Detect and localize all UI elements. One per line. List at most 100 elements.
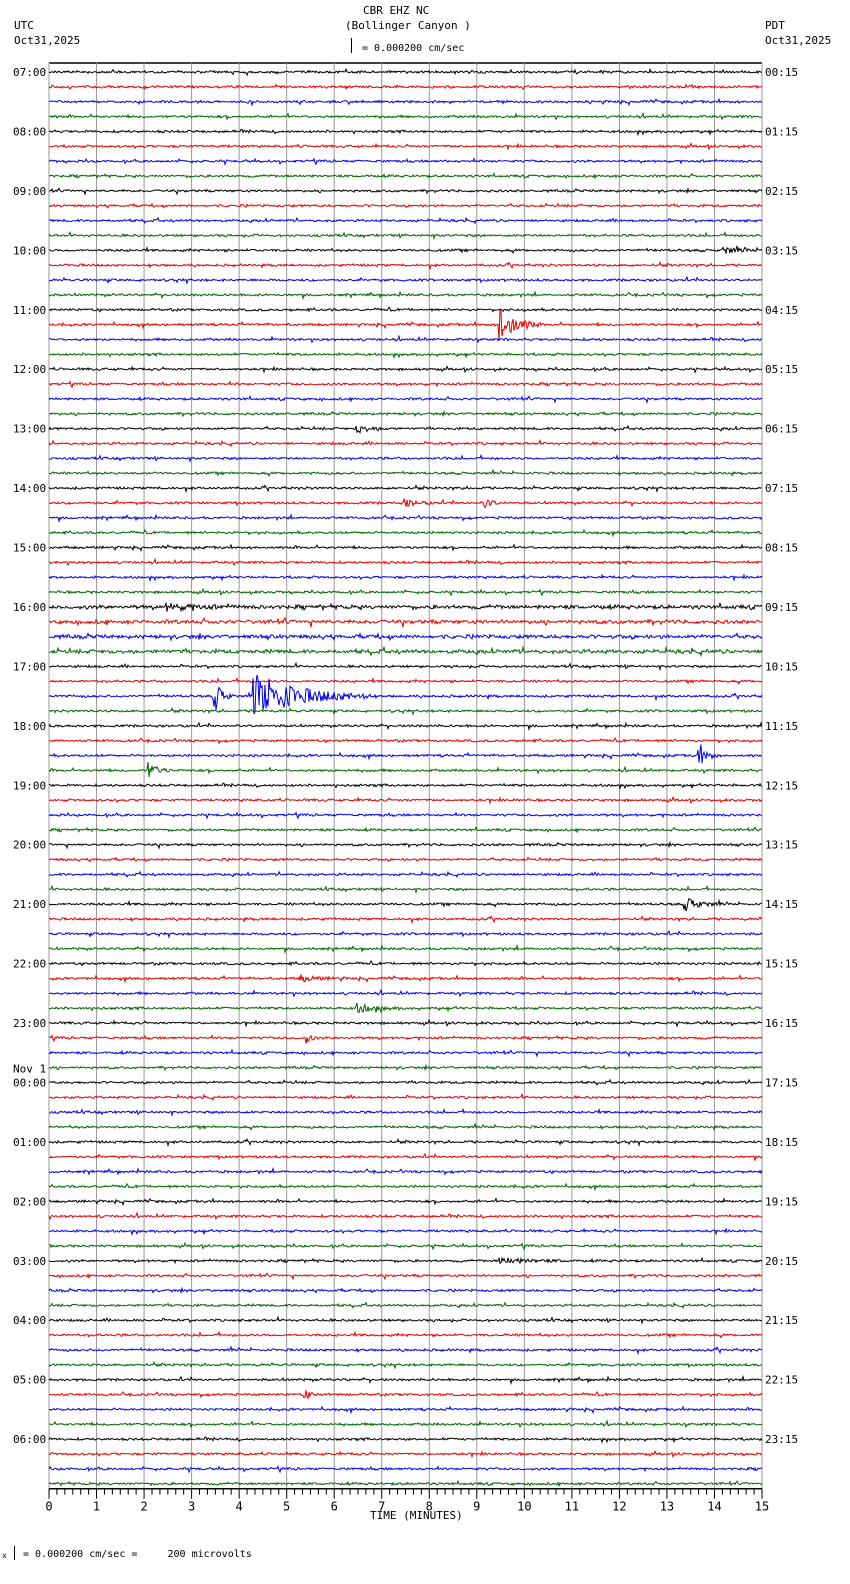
seismic-trace <box>48 438 763 448</box>
pdt-hour-label: 06:15 <box>765 423 798 436</box>
pdt-hour-label: 19:15 <box>765 1195 798 1208</box>
pdt-hour-label: 10:15 <box>765 660 798 673</box>
seismic-trace <box>49 782 763 791</box>
seismic-trace <box>48 1301 763 1310</box>
utc-hour-label: 03:00 <box>13 1255 46 1268</box>
utc-hour-label: 13:00 <box>13 423 46 436</box>
pdt-hour-label: 02:15 <box>765 185 798 198</box>
seismic-trace <box>48 142 763 151</box>
utc-hour-label: 10:00 <box>13 244 46 257</box>
seismic-trace <box>48 1152 763 1163</box>
seismic-trace <box>48 573 763 583</box>
pdt-hour-label: 20:15 <box>765 1255 798 1268</box>
utc-hour-label: 06:00 <box>13 1433 46 1446</box>
seismic-trace <box>48 1227 763 1236</box>
seismic-trace <box>48 1092 763 1102</box>
seismic-trace <box>48 1197 762 1206</box>
seismic-trace <box>48 762 762 778</box>
utc-hour-label: 07:00 <box>13 66 46 79</box>
x-tick-label: 5 <box>283 1500 290 1514</box>
seismic-trace <box>48 380 763 389</box>
seismic-trace <box>48 1256 763 1265</box>
pdt-hour-label: 09:15 <box>765 601 798 614</box>
seismic-trace <box>48 275 763 286</box>
seismic-trace <box>48 1018 763 1028</box>
seismic-trace <box>48 543 763 553</box>
seismic-trace <box>48 676 763 686</box>
utc-hour-label: 05:00 <box>13 1374 46 1387</box>
seismic-trace <box>48 1166 763 1176</box>
seismic-trace <box>48 632 763 642</box>
x-tick-label: 1 <box>93 1500 100 1514</box>
seismic-trace <box>49 645 763 658</box>
helicorder-plot: 0 1 2 3 4 5 6 7 8 9 10 11 12 13 14 1507:00 00:1508:00 01:… <box>13 62 798 1514</box>
pdt-hour-label: 17:15 <box>765 1076 798 1089</box>
utc-hour-label: 18:00 <box>13 720 46 733</box>
seismic-trace <box>48 351 763 360</box>
seismic-trace <box>48 1436 763 1444</box>
seismic-trace <box>48 306 763 313</box>
seismic-trace <box>48 394 763 404</box>
utc-hour-label: 11:00 <box>13 304 46 317</box>
x-tick-label: 3 <box>188 1500 195 1514</box>
utc-hour-label: 04:00 <box>13 1314 46 1327</box>
seismic-trace <box>48 424 763 434</box>
seismic-trace <box>48 1360 763 1370</box>
seismic-trace <box>48 187 763 196</box>
seismic-trace <box>48 706 763 716</box>
seismic-trace <box>48 1122 763 1131</box>
pdt-hour-label: 16:15 <box>765 1017 798 1030</box>
pdt-hour-label: 07:15 <box>765 482 798 495</box>
pdt-hour-label: 21:15 <box>765 1314 798 1327</box>
pdt-hour-label: 12:15 <box>765 779 798 792</box>
seismic-trace <box>48 959 763 967</box>
utc-hour-label: 15:00 <box>13 542 46 555</box>
seismic-trace <box>48 587 763 597</box>
seismic-trace <box>48 1078 763 1086</box>
utc-hour-label: 17:00 <box>13 660 46 673</box>
footer-scale-text: = 0.000200 cm/sec = 200 microvolts <box>23 1549 252 1560</box>
footer-scale-prefix: x <box>2 1551 7 1560</box>
pdt-hour-label: 15:15 <box>765 958 798 971</box>
seismic-trace <box>48 245 763 254</box>
seismic-trace <box>48 261 762 271</box>
x-axis-label: TIME (MINUTES) <box>370 1509 463 1522</box>
seismic-trace <box>48 1002 763 1014</box>
seismic-trace <box>48 1286 763 1295</box>
seismic-trace <box>48 157 763 166</box>
seismic-trace <box>49 202 763 209</box>
seismic-trace <box>48 897 763 912</box>
seismic-trace <box>48 1063 763 1072</box>
x-tick-label: 13 <box>660 1500 674 1514</box>
seismic-trace <box>48 884 763 895</box>
pdt-hour-label: 04:15 <box>765 304 798 317</box>
seismic-trace <box>48 602 763 613</box>
x-tick-label: 14 <box>707 1500 721 1514</box>
footer-scale-bar-icon <box>14 1546 16 1560</box>
utc-hour-label: 01:00 <box>13 1136 46 1149</box>
pdt-hour-label: 05:15 <box>765 363 798 376</box>
utc-hour-label: 02:00 <box>13 1195 46 1208</box>
utc-hour-label: 23:00 <box>13 1017 46 1030</box>
seismic-trace <box>48 811 763 820</box>
seismic-trace <box>48 856 763 863</box>
seismic-trace <box>48 1465 763 1474</box>
utc-hour-label: 22:00 <box>13 958 46 971</box>
seismic-trace <box>48 1449 763 1459</box>
seismic-trace <box>48 111 763 121</box>
seismic-trace <box>48 67 763 77</box>
seismic-trace <box>48 870 763 879</box>
seismic-trace <box>48 795 763 805</box>
pdt-hour-label: 14:15 <box>765 898 798 911</box>
seismic-trace <box>48 497 763 509</box>
seismic-trace <box>48 1405 763 1415</box>
x-tick-label: 10 <box>517 1500 531 1514</box>
seismic-trace <box>48 825 763 834</box>
seismic-trace <box>48 453 763 464</box>
seismic-trace <box>48 737 763 745</box>
utc-hour-label: 19:00 <box>13 779 46 792</box>
seismic-trace <box>48 97 763 107</box>
seismic-trace <box>48 128 763 137</box>
seismic-trace <box>48 468 763 477</box>
x-tick-label: 15 <box>755 1500 769 1514</box>
